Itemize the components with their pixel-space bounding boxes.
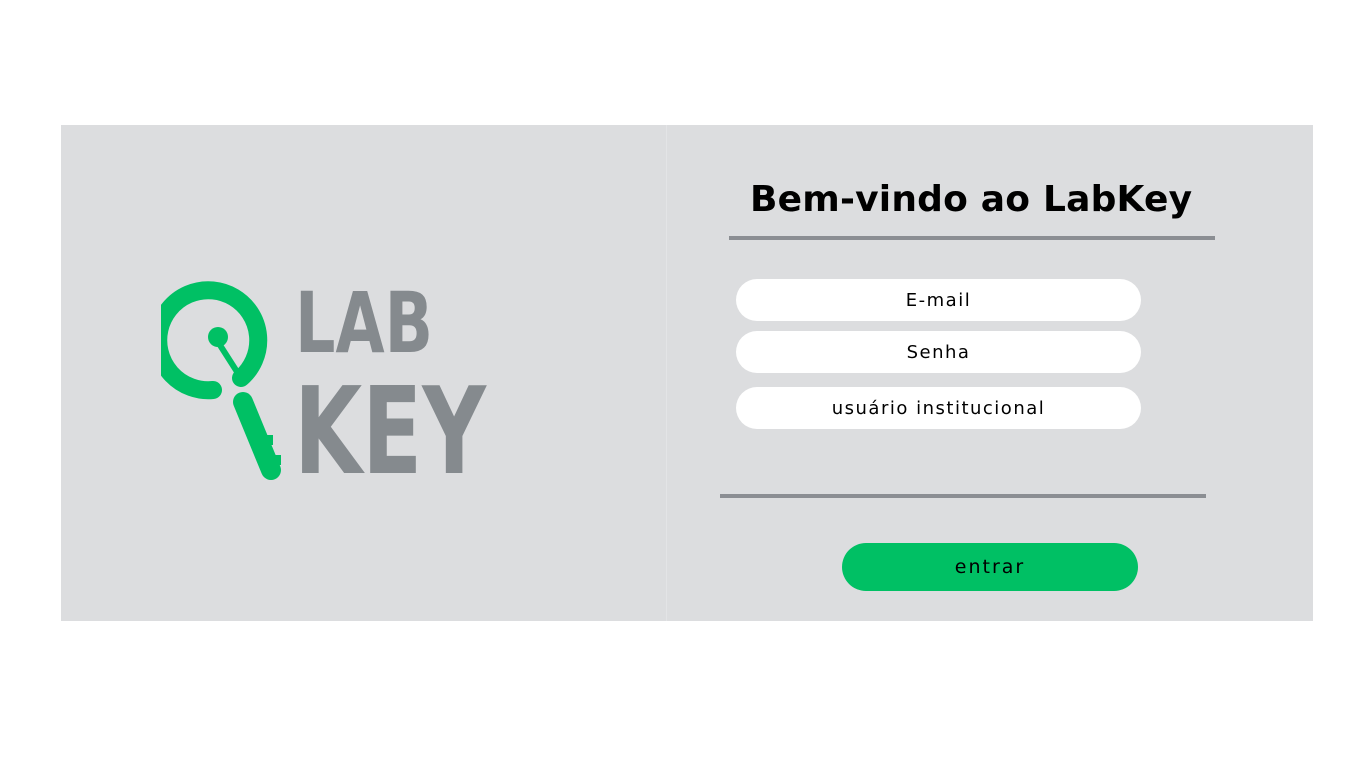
institutional-user-field[interactable] xyxy=(736,387,1141,429)
logo-text-key: KEY xyxy=(294,363,488,480)
email-field[interactable] xyxy=(736,279,1141,321)
key-icon xyxy=(161,281,281,480)
login-card: LAB KEY Bem-vindo ao LabKey entrar xyxy=(61,125,1313,621)
login-button[interactable]: entrar xyxy=(842,543,1138,591)
title-divider xyxy=(729,236,1215,240)
password-field[interactable] xyxy=(736,331,1141,373)
page-title: Bem-vindo ao LabKey xyxy=(750,179,1193,220)
panel-divider xyxy=(666,125,667,621)
logo-text-lab: LAB xyxy=(295,280,433,372)
form-divider xyxy=(720,494,1206,498)
labkey-logo: LAB KEY xyxy=(161,280,491,480)
